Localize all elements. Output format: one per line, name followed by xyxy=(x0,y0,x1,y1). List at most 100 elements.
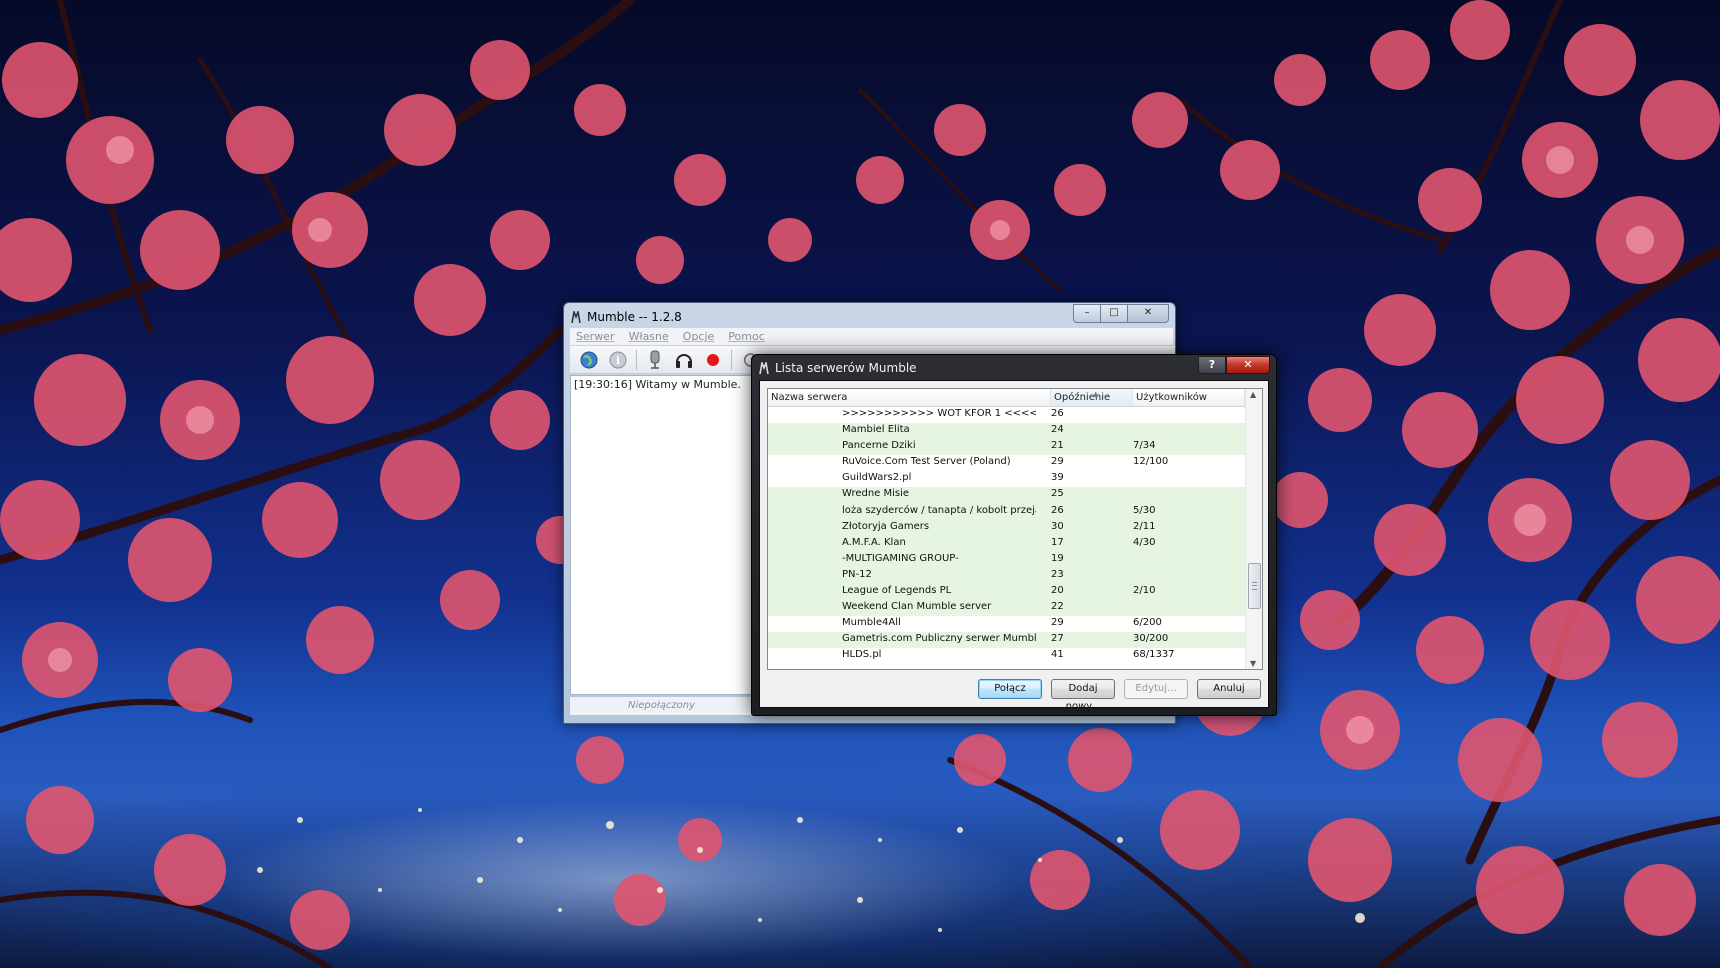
server-name-cell: >>>>>>>>>>> WOT KFOR 1 <<<<<<... xyxy=(842,408,1036,419)
table-row[interactable]: -MULTIGAMING GROUP- 19 xyxy=(768,551,1245,568)
table-row[interactable]: Mumble4All 29 6/200 xyxy=(768,616,1245,632)
server-users-cell: 4/30 xyxy=(1133,536,1156,548)
server-ping-cell: 29 xyxy=(1051,617,1064,629)
server-name-cell: Mumble4All xyxy=(842,617,901,629)
server-ping-cell: 26 xyxy=(1051,504,1064,516)
connect-button[interactable]: Połącz xyxy=(978,679,1042,699)
table-row[interactable]: PN-12 23 xyxy=(768,567,1245,585)
table-header: Nazwa serwera Opóźnienie ▲ Użytkowników xyxy=(768,389,1245,407)
server-ping-cell: 23 xyxy=(1051,568,1064,580)
column-header-ping-label: Opóźnienie xyxy=(1054,392,1111,403)
server-name-cell: Gametris.com Publiczny serwer Mumble xyxy=(842,633,1036,645)
server-name-cell: PN-12 xyxy=(842,568,872,580)
server-rows: >>>>>>>>>>> WOT KFOR 1 <<<<<<... 26 Mambie… xyxy=(768,407,1245,665)
server-name-cell: GuildWars2.pl xyxy=(842,472,912,484)
server-ping-cell: 41 xyxy=(1051,649,1064,661)
server-users-cell: 2/11 xyxy=(1133,520,1156,532)
column-header-name[interactable]: Nazwa serwera xyxy=(768,389,1051,406)
table-row[interactable]: HLDS.pl 41 68/1337 xyxy=(768,648,1245,664)
menu-wlasne[interactable]: Własne xyxy=(629,330,669,343)
table-row[interactable]: RuVoice.Com Test Server (Poland) 29 12/100 xyxy=(768,455,1245,471)
server-users-cell: 30/200 xyxy=(1133,633,1169,645)
scroll-up-icon[interactable]: ▲ xyxy=(1250,390,1256,399)
scrollbar-thumb[interactable] xyxy=(1248,563,1261,609)
server-ping-cell: 20 xyxy=(1051,585,1064,597)
table-row[interactable]: A.M.F.A. Klan 17 4/30 xyxy=(768,535,1245,552)
server-name-cell: Weekend Clan Mumble server xyxy=(842,601,992,613)
sort-ascending-icon: ▲ xyxy=(1093,390,1099,398)
server-users-cell: 2/10 xyxy=(1133,585,1156,597)
menu-opcje[interactable]: Opcje xyxy=(683,330,715,343)
toolbar-separator xyxy=(636,349,637,370)
mumble-logo-icon xyxy=(571,310,581,323)
grip-icon xyxy=(1252,582,1257,590)
microphone-icon[interactable] xyxy=(644,349,666,371)
table-row[interactable]: Pancerne Dziki 21 7/34 xyxy=(768,439,1245,456)
server-users-cell: 5/30 xyxy=(1133,504,1156,516)
server-name-cell: RuVoice.Com Test Server (Poland) xyxy=(842,456,1011,468)
server-ping-cell: 22 xyxy=(1051,601,1064,613)
connect-globe-icon[interactable] xyxy=(578,349,600,371)
chat-log[interactable]: [19:30:16] Witamy w Mumble. xyxy=(570,375,753,695)
server-table[interactable]: Nazwa serwera Opóźnienie ▲ Użytkowników … xyxy=(767,388,1263,670)
table-row[interactable]: Wredne Misie 25 xyxy=(768,487,1245,504)
minimize-button[interactable]: – xyxy=(1073,304,1101,323)
server-ping-cell: 17 xyxy=(1051,536,1064,548)
headphones-icon[interactable] xyxy=(673,349,695,371)
edit-button[interactable]: Edytuj... xyxy=(1124,679,1188,699)
server-users-cell: 7/34 xyxy=(1133,440,1156,452)
scroll-down-icon[interactable]: ▼ xyxy=(1250,659,1256,668)
server-ping-cell: 25 xyxy=(1051,488,1064,500)
main-window-titlebar[interactable]: Mumble -- 1.2.8 xyxy=(570,308,682,326)
server-ping-cell: 26 xyxy=(1051,408,1064,419)
menu-pomoc[interactable]: Pomoc xyxy=(728,330,764,343)
column-header-users[interactable]: Użytkowników xyxy=(1133,389,1245,406)
table-row[interactable]: GuildWars2.pl 39 xyxy=(768,471,1245,487)
server-name-cell: Mambiel Elita xyxy=(842,424,910,436)
server-name-cell: Złotoryja Gamers xyxy=(842,520,930,532)
server-ping-cell: 29 xyxy=(1051,456,1064,468)
table-row[interactable]: >>>>>>>>>>> WOT KFOR 1 <<<<<<... 26 xyxy=(768,407,1245,423)
server-name-cell: loża szyderców / tanapta / kobolt przeją… xyxy=(842,504,1036,516)
add-new-button[interactable]: Dodaj nowy... xyxy=(1051,679,1115,712)
svg-text:i: i xyxy=(616,354,620,367)
table-row[interactable]: loża szyderców / tanapta / kobolt przeją… xyxy=(768,503,1245,520)
dialog-titlebar[interactable]: Lista serwerów Mumble xyxy=(758,359,917,377)
server-name-cell: -MULTIGAMING GROUP- xyxy=(842,552,959,564)
cancel-button[interactable]: Anuluj xyxy=(1197,679,1261,699)
close-button[interactable]: ✕ xyxy=(1128,304,1169,323)
server-name-cell: HLDS.pl xyxy=(842,649,882,661)
table-row[interactable]: Weekend Clan Mumble server 22 xyxy=(768,600,1245,617)
table-row[interactable]: Mambiel Elita 24 xyxy=(768,423,1245,440)
vertical-scrollbar[interactable]: ▲ ▼ xyxy=(1245,389,1262,669)
dialog-button-row: Połącz Dodaj nowy... Edytuj... Anuluj xyxy=(760,679,1268,712)
column-header-ping[interactable]: Opóźnienie ▲ xyxy=(1051,389,1133,406)
help-button[interactable]: ? xyxy=(1198,356,1226,374)
record-icon[interactable] xyxy=(702,349,724,371)
server-ping-cell: 27 xyxy=(1051,633,1064,645)
maximize-button[interactable]: □ xyxy=(1101,304,1128,323)
server-ping-cell: 19 xyxy=(1051,552,1064,564)
dialog-body: Nazwa serwera Opóźnienie ▲ Użytkowników … xyxy=(759,380,1269,712)
table-row[interactable]: Złotoryja Gamers 30 2/11 xyxy=(768,519,1245,536)
server-ping-cell: 21 xyxy=(1051,440,1064,452)
server-list-dialog: Lista serwerów Mumble ? ✕ Nazwa serwera … xyxy=(751,354,1277,716)
menu-serwer[interactable]: Serwer xyxy=(576,330,615,343)
main-window-title: Mumble -- 1.2.8 xyxy=(587,310,682,324)
server-users-cell: 6/200 xyxy=(1133,617,1162,629)
server-name-cell: A.M.F.A. Klan xyxy=(842,536,906,548)
server-users-cell: 68/1337 xyxy=(1133,649,1175,661)
server-name-cell: Pancerne Dziki xyxy=(842,440,916,452)
table-row[interactable]: Gametris.com Publiczny serwer Mumble 27 30… xyxy=(768,632,1245,649)
table-row[interactable]: League of Legends PL 20 2/10 xyxy=(768,584,1245,601)
log-message: [19:30:16] Witamy w Mumble. xyxy=(574,378,741,391)
city-lights xyxy=(257,808,1365,932)
server-ping-cell: 39 xyxy=(1051,472,1064,484)
server-ping-cell: 24 xyxy=(1051,424,1064,436)
dialog-close-button[interactable]: ✕ xyxy=(1226,356,1270,374)
info-icon[interactable]: i xyxy=(607,349,629,371)
connection-status: Niepołączony xyxy=(570,697,753,715)
toolbar-separator xyxy=(731,349,732,370)
server-name-cell: Wredne Misie xyxy=(842,488,910,500)
dialog-controls: ? ✕ xyxy=(1198,356,1270,374)
